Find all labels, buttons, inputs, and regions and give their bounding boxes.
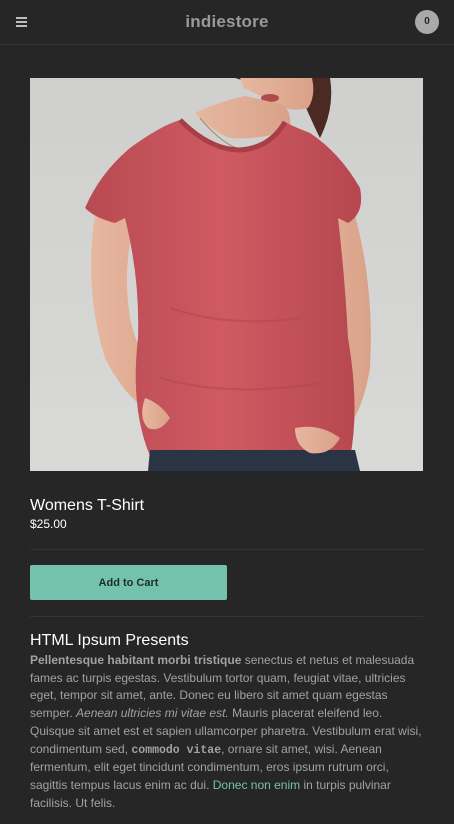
product-title: Womens T-Shirt: [30, 497, 145, 514]
divider: [30, 616, 423, 617]
cart-count-badge[interactable]: 0: [415, 10, 439, 34]
description-emphasis: Aenean ultricies mi vitae est.: [76, 706, 229, 721]
description-code: commodo vitae: [131, 743, 222, 757]
description-body: Pellentesque habitant morbi tristique se…: [30, 652, 425, 812]
description-heading: HTML Ipsum Presents: [30, 632, 189, 649]
description-strong: Pellentesque habitant morbi tristique: [30, 653, 242, 667]
top-nav-bar: indiestore 0: [0, 0, 454, 45]
product-price: $25.00: [30, 517, 67, 531]
divider: [30, 549, 423, 550]
store-logo-title[interactable]: indiestore: [0, 12, 454, 32]
add-to-cart-button[interactable]: Add to Cart: [30, 565, 227, 600]
product-image: [30, 78, 423, 471]
description-link[interactable]: Donec non enim: [213, 778, 300, 792]
